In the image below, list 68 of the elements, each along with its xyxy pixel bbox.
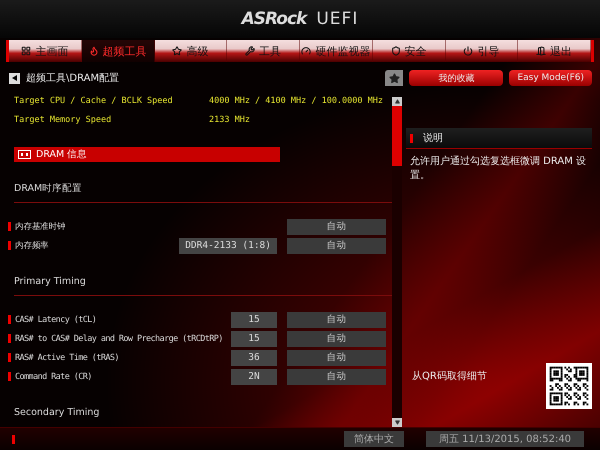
menu-tab[interactable]: 硬件监视器: [300, 40, 373, 62]
scrollbar-thumb[interactable]: [392, 106, 402, 166]
language-button[interactable]: 简体中文: [344, 431, 404, 447]
section-heading: DRAM时序配置: [14, 183, 82, 194]
auto-option-button[interactable]: 自动: [287, 350, 386, 366]
auto-option-button[interactable]: 自动: [287, 368, 386, 385]
setting-label: CAS# Latency (tCL): [15, 314, 98, 325]
status-marker: [12, 434, 15, 444]
menu-tab[interactable]: 安全: [372, 40, 446, 62]
row-marker: [8, 315, 11, 324]
value-field[interactable]: DDR4-2133 (1:8): [179, 238, 277, 254]
dram-info-section[interactable]: DRAM 信息: [14, 146, 280, 162]
down-arrow-icon: [394, 420, 400, 425]
menu-tab[interactable]: 退出: [518, 40, 591, 62]
date-time: 周五 11/13/2015, 08:52:40: [426, 431, 584, 447]
flame-icon: [88, 46, 99, 56]
qr-label: 从QR码取得细节: [412, 370, 487, 383]
row-marker: [8, 241, 11, 250]
row-marker: [8, 372, 11, 382]
row-marker: [8, 222, 11, 232]
product-name: UEFI: [316, 9, 358, 29]
setting-label: 内存频率: [15, 240, 50, 252]
door-icon: [536, 46, 546, 56]
back-button[interactable]: [9, 72, 20, 84]
auto-option-button[interactable]: 自动: [287, 218, 386, 235]
star-button[interactable]: [385, 70, 404, 86]
info-label: Target Memory Speed: [14, 115, 112, 126]
setting-label: RAS# to CAS# Delay and Row Precharge (tRCDtRP): [15, 334, 224, 344]
gauge-icon: [301, 46, 312, 56]
info-label: Target CPU / Cache / BCLK Speed: [14, 96, 174, 106]
setting-label: 内存基准时钟: [15, 220, 66, 233]
grid-icon: [21, 46, 32, 56]
auto-option-button[interactable]: 自动: [287, 238, 386, 254]
row-marker: [8, 353, 11, 362]
star-icon: [172, 46, 182, 56]
favorites-button[interactable]: 我的收藏: [409, 70, 504, 86]
up-arrow-icon: [394, 99, 400, 104]
brand-logo: ASRock: [242, 9, 306, 29]
wrench-icon: [245, 46, 256, 56]
menu-tab[interactable]: 高级: [154, 40, 228, 62]
menu-tab[interactable]: 工具: [227, 40, 300, 62]
star-icon: [388, 72, 400, 84]
auto-option-button[interactable]: 自动: [287, 312, 386, 328]
setting-label: Command Rate (CR): [15, 372, 93, 382]
header-marker: [410, 134, 413, 142]
power-icon: [463, 46, 474, 56]
back-arrow-icon: [12, 75, 17, 81]
qr-code-drawing: [546, 363, 592, 409]
section-heading: Secondary Timing: [14, 407, 100, 418]
scrollbar[interactable]: [392, 97, 402, 427]
help-title: 说明: [423, 132, 443, 145]
breadcrumb: 超频工具\DRAM配置: [26, 72, 120, 85]
shield-icon: [390, 46, 401, 56]
section-heading: Primary Timing: [14, 276, 86, 288]
auto-option-button[interactable]: 自动: [287, 330, 386, 347]
info-value: 2133 MHz: [209, 115, 250, 126]
value-field[interactable]: 15: [231, 312, 277, 328]
menu-tab[interactable]: 超频工具: [82, 40, 154, 62]
info-value: 4000 MHz / 4100 MHz / 100.0000 MHz: [209, 96, 383, 106]
help-text: 允许用户通过勾选复选框微调 DRAM 设置。: [410, 155, 588, 183]
value-field[interactable]: 15: [231, 330, 277, 347]
value-field[interactable]: 2N: [231, 368, 277, 385]
value-field[interactable]: 36: [231, 350, 277, 366]
easy-mode-button[interactable]: Easy Mode(F6): [509, 70, 592, 86]
setting-label: RAS# Active Time (tRAS): [15, 352, 120, 363]
memory-icon: [18, 150, 31, 160]
row-marker: [8, 334, 11, 344]
menu-tab[interactable]: 引导: [446, 40, 518, 62]
